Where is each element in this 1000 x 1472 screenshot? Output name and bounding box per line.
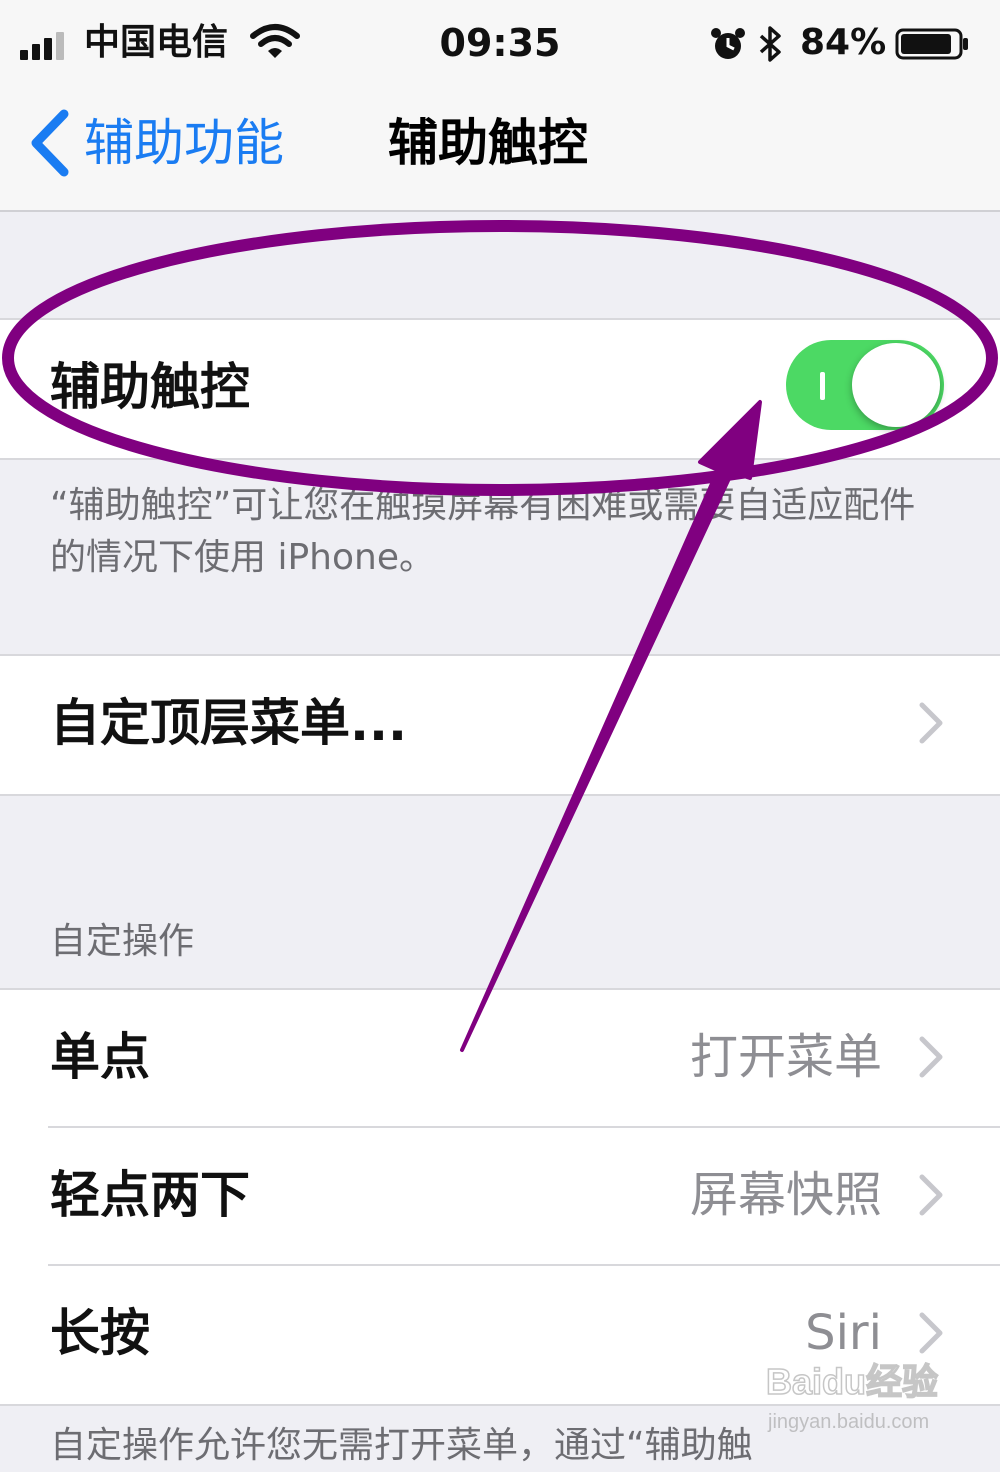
- bluetooth-icon: [759, 26, 781, 62]
- back-chevron-icon[interactable]: [26, 108, 72, 178]
- double-tap-value: 屏幕快照: [689, 1167, 882, 1223]
- chevron-right-icon: [919, 1036, 943, 1078]
- assistive-touch-label: 辅助触控: [50, 358, 250, 416]
- battery-percentage: 84%: [800, 22, 887, 63]
- custom-actions-header: 自定操作: [50, 921, 195, 962]
- page-title: 辅助触控: [388, 114, 588, 172]
- battery-icon: [895, 28, 968, 60]
- long-press-label: 长按: [50, 1304, 150, 1362]
- double-tap-label: 轻点两下: [50, 1166, 250, 1224]
- chevron-right-icon: [919, 1174, 943, 1216]
- toggle-on-mark: [820, 372, 825, 400]
- toggle-knob[interactable]: [852, 343, 940, 427]
- single-tap-label: 单点: [50, 1028, 150, 1086]
- single-tap-value: 打开菜单: [689, 1029, 882, 1085]
- customize-menu-label: 自定顶层菜单...: [50, 694, 407, 752]
- chevron-right-icon: [919, 702, 943, 744]
- watermark-brand: Baidu经验: [766, 1361, 938, 1402]
- back-button[interactable]: 辅助功能: [84, 108, 284, 178]
- baidu-jingyan-watermark: Baidu经验 jingyan.baidu.com: [765, 1360, 939, 1433]
- watermark-url: jingyan.baidu.com: [767, 1411, 929, 1433]
- alarm-icon: [711, 28, 745, 59]
- assistive-touch-footer: “辅助触控”可让您在触摸屏幕有困难或需要自适应配件的情况下使用 iPhone。: [50, 485, 916, 578]
